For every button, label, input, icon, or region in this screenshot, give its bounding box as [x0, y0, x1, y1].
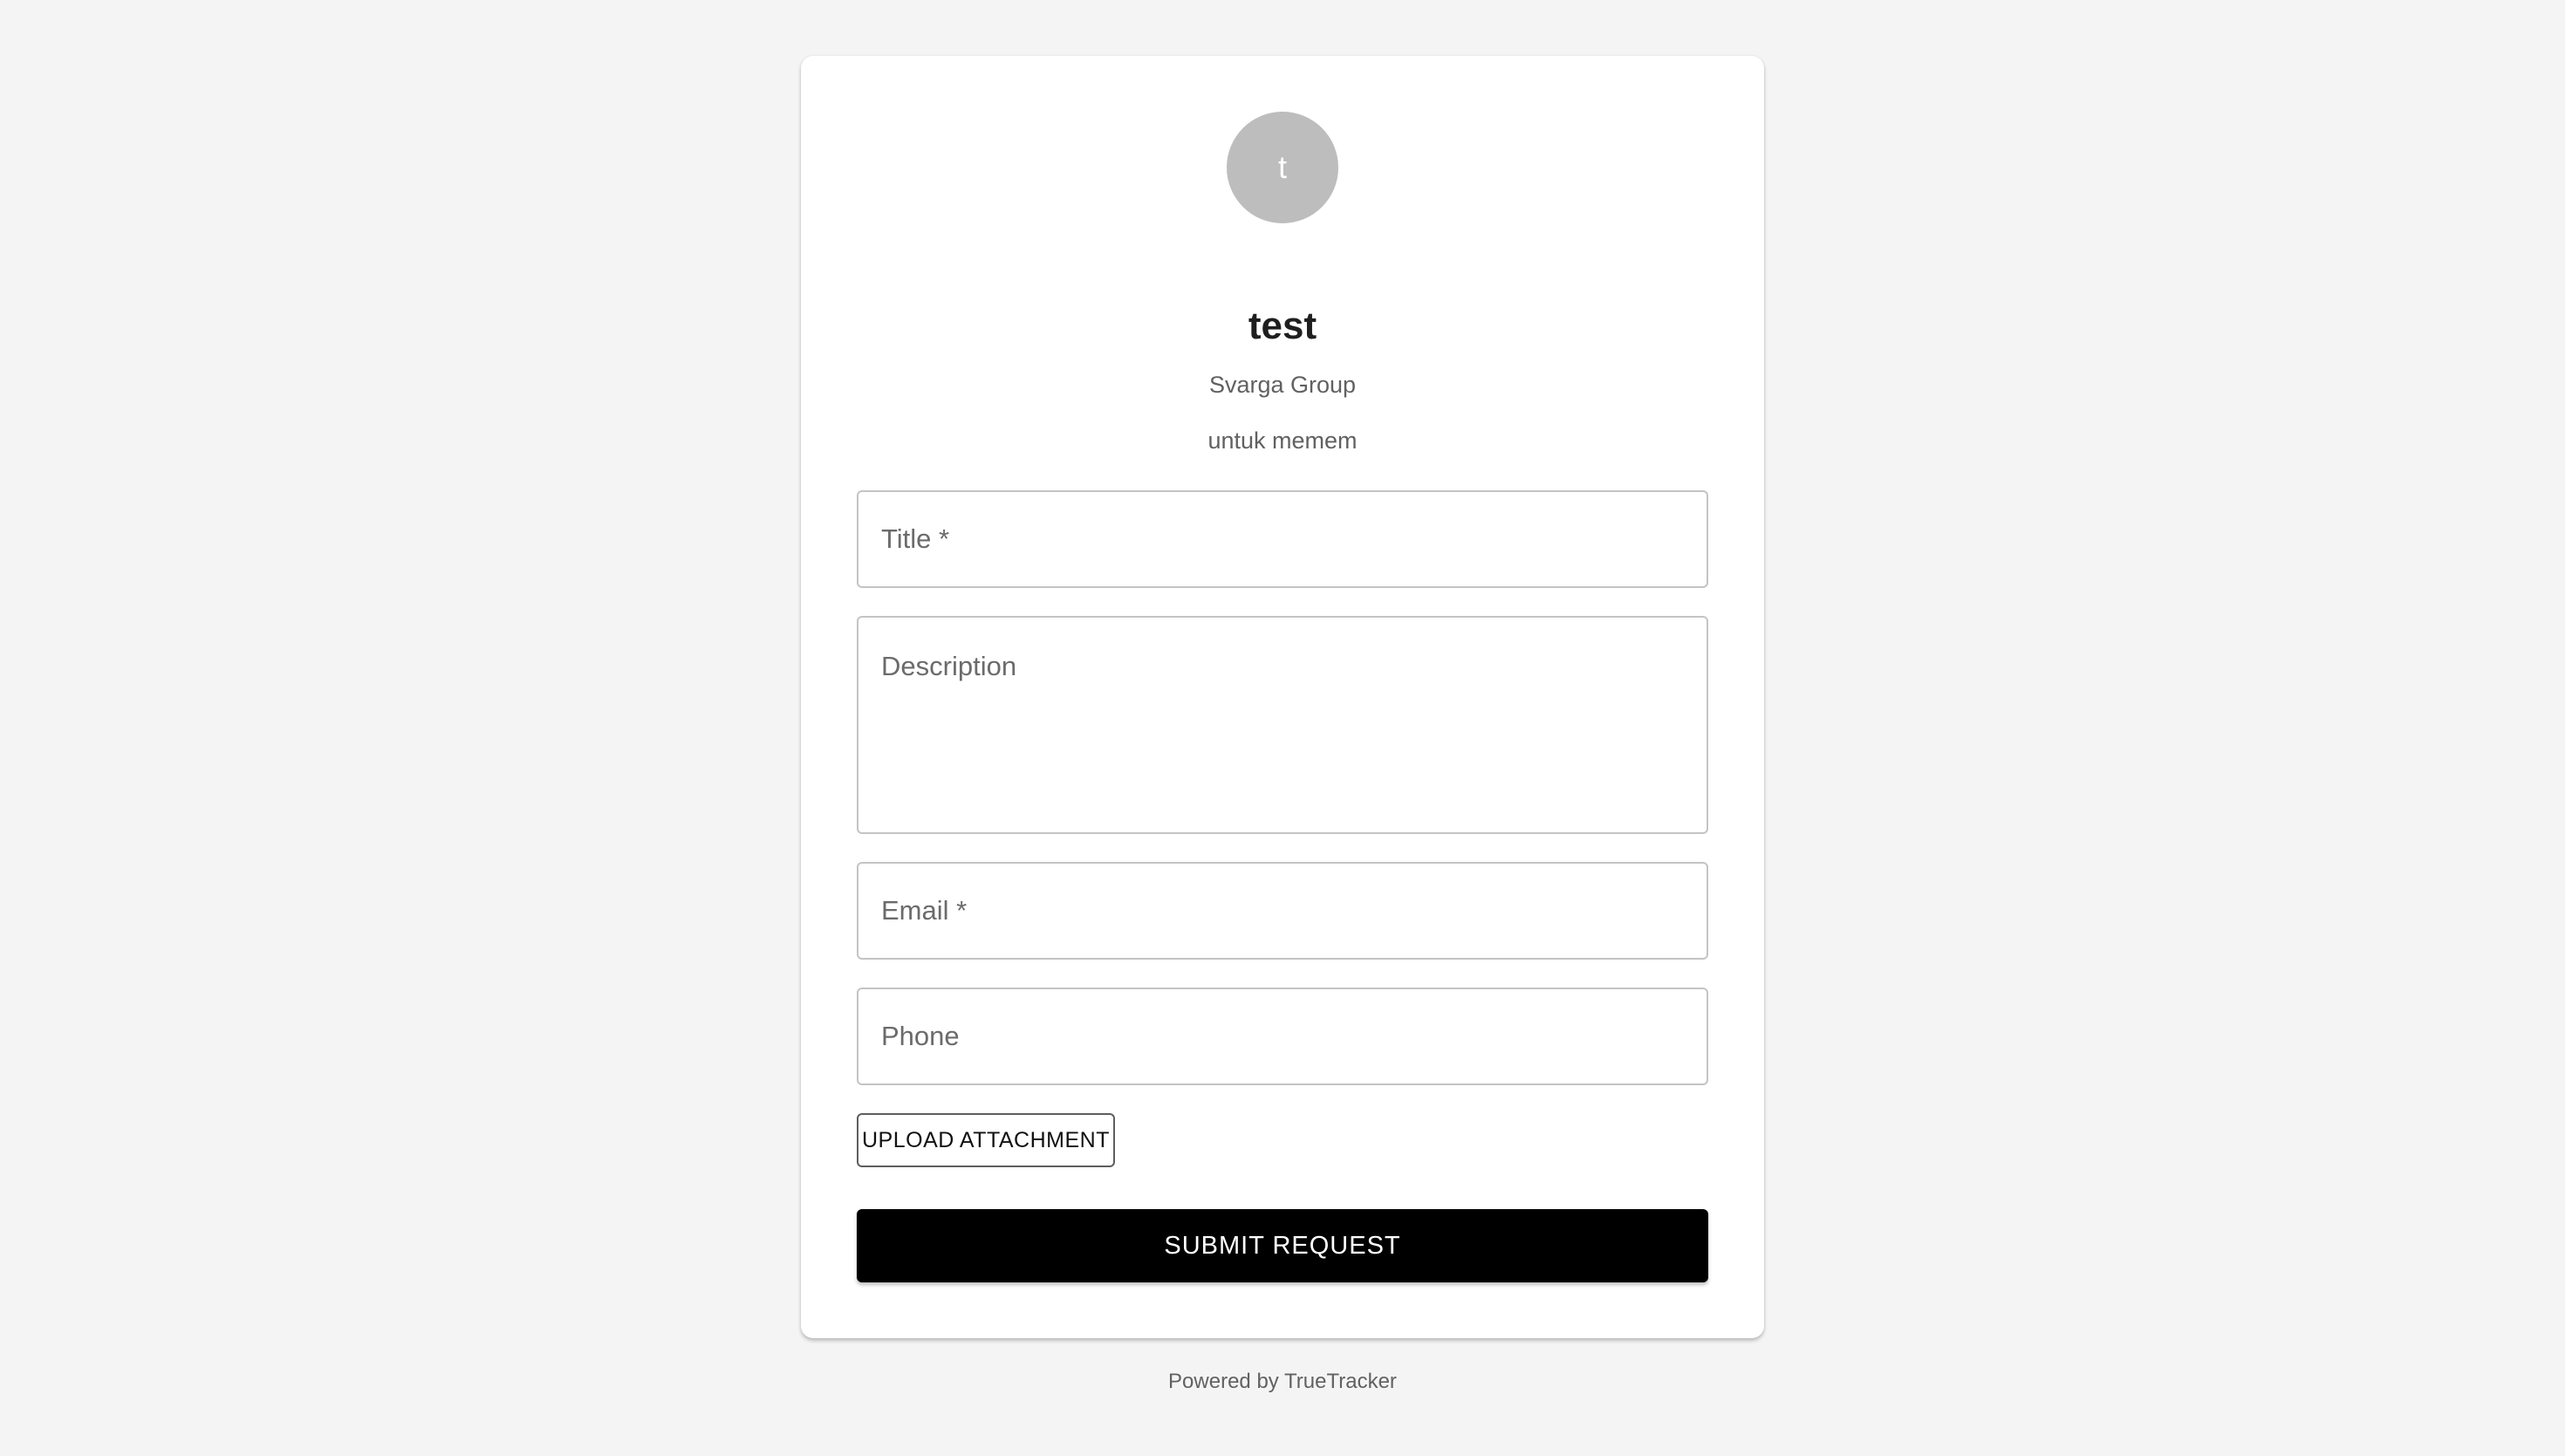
description-field[interactable]: Description [857, 616, 1708, 834]
powered-by-footer: Powered by TrueTracker [1168, 1370, 1397, 1393]
upload-attachment-button[interactable]: UPLOAD ATTACHMENT [857, 1113, 1115, 1167]
submit-request-button[interactable]: SUBMIT REQUEST [857, 1209, 1708, 1282]
avatar-initial: t [1277, 149, 1287, 185]
phone-field-label: Phone [881, 1021, 960, 1051]
organization-name: Svarga Group [1208, 372, 1357, 398]
avatar: t [1227, 112, 1338, 223]
email-field[interactable]: Email * [857, 862, 1708, 960]
title-field-label: Title * [881, 523, 950, 554]
description-field-label: Description [881, 651, 1017, 681]
profile-description: untuk memem [1207, 427, 1358, 454]
phone-field[interactable]: Phone [857, 988, 1708, 1085]
email-field-label: Email * [881, 895, 968, 926]
request-form-card: t test Svarga Group untuk memem Title * … [801, 56, 1764, 1338]
title-field[interactable]: Title * [857, 490, 1708, 588]
profile-name: test [1248, 304, 1317, 347]
